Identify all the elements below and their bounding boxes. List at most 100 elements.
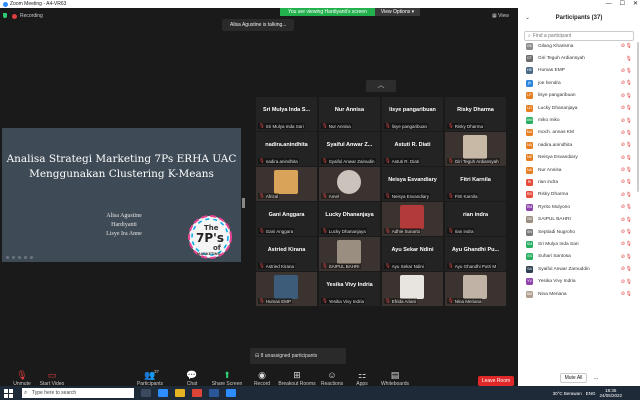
unassigned-label: 8 unassigned participants [260,353,318,359]
participant-row[interactable]: MM miko miko ⊘ 🎙 [518,114,640,126]
participant-tile[interactable]: Ayu Sekar Ndini 🎙 Ayu Sekar Ndini [382,237,443,271]
unassigned-participants[interactable]: ⊟ 8 unassigned participants [250,348,346,364]
slide-controls[interactable] [6,256,33,259]
word-icon[interactable] [209,389,219,397]
clock[interactable]: 18:35 24/05/2022 [599,388,622,398]
avatar: NE [526,154,533,162]
avatar: NM [526,290,533,298]
whiteboard-icon: ▤ [390,370,400,380]
more-options-button[interactable]: ... [593,375,598,381]
gallery-up-button[interactable]: ︿ [366,80,396,92]
participant-row[interactable]: YV Yesika Vivy Indria ⊘ 🎙 [518,275,640,287]
participant-name: Syaiful Anwar Zamuddin [538,266,590,272]
start-video-button[interactable]: ▭ Start Video [30,370,74,387]
participant-row[interactable]: GT Giri Teguh Ardiansyah 🎙 [518,52,640,64]
zoom-taskbar-icon[interactable] [226,389,236,397]
avatar: NA [526,166,533,174]
mute-all-button[interactable]: Mute All [559,373,588,383]
participant-row[interactable]: NE Neisya Esvandiary ⊘ 🎙 [518,152,640,164]
participant-tile[interactable]: Syaiful Anwar Z... 🎙 Syaiful Anwar Zainudi… [319,132,380,166]
participant-row[interactable]: NM Nina Meriana ⊘ 🎙 [518,288,640,300]
participant-name: Ryrito Mulyono [538,204,570,210]
participant-tile[interactable]: nadira.anindhita 🎙 nadira.anindhita [256,132,317,166]
participant-tile[interactable]: Neisya Esvandiary 🎙 Neisya Esvandiary [382,167,443,201]
collapse-chevron-icon[interactable]: ⌄ [525,8,530,28]
participant-tile[interactable]: Astuti R. Diati 🎙 Astuti R. Diati [382,132,443,166]
weather[interactable]: 30°C Berawan [553,391,582,396]
participant-tile[interactable]: Fitri Karnila 🎙 Fitri Karnila [445,167,506,201]
participant-row[interactable]: SS Suhari Santosa ⊘ 🎙 [518,251,640,263]
participant-row[interactable]: RD Risky Dharma ⊘ 🎙 [518,189,640,201]
avatar: YV [526,278,533,286]
participant-tile[interactable]: Nur Annisa 🎙 Nur Annisa [319,97,380,131]
participant-row[interactable]: RM Ryrito Mulyono ⊘ 🎙 [518,201,640,213]
participant-tile[interactable]: 🎙 SAIPUL BAHRI [319,237,380,271]
participant-tile[interactable]: Astried Kirana 🎙 Astried Kirana [256,237,317,271]
tile-name-label: 🎙 Humas EMP [258,298,292,304]
participant-tile[interactable]: 🎙 Efrida Ariani [382,272,443,306]
participant-row[interactable]: MA moch. annas KM ⊘ 🎙 [518,127,640,139]
participant-tile[interactable]: Ayu Ghandhi Pu... 🎙 Ayu Ghandhi Putri M [445,237,506,271]
participant-tile[interactable]: 🎙 Nina Meriana [445,272,506,306]
slide-title: Analisa Strategi Marketing 7Ps ERHA UAC … [2,152,241,182]
participant-row[interactable]: LP lisye pangaribuan ⊘ 🎙 [518,90,640,102]
participant-row[interactable]: SA Syaiful Anwar Zamuddin ⊘ 🎙 [518,263,640,275]
chrome-icon[interactable] [192,389,202,397]
participant-search-input[interactable] [532,33,623,39]
breakout-rooms-icon: ⊞ [293,370,301,380]
tile-name-label: 🎙 Ayu Sekar Ndini [384,263,425,269]
muted-mic-icon: 🎙 [625,167,632,174]
participant-row[interactable]: GK Gilang Kharisma ⊘ 🎙 [518,40,640,52]
participant-row[interactable]: SB SAIPUL BAHRI ⊘ 🎙 [518,213,640,225]
minimize-button[interactable]: — [606,0,612,8]
file-explorer-icon[interactable] [175,389,185,397]
tile-name-label: 🎙 Adhie Sunarto [384,228,422,234]
participant-row[interactable]: SN Septiadi Nugroho ⊘ 🎙 [518,226,640,238]
leave-room-button[interactable]: Leave Room [478,376,514,386]
participant-tile[interactable]: 🎙 Humas EMP [256,272,317,306]
windows-start-icon[interactable] [4,388,16,398]
split-handle[interactable] [242,198,245,208]
taskbar-search[interactable]: Type here to search [22,388,134,398]
participant-row[interactable]: NA Nur Annisa ⊘ 🎙 [518,164,640,176]
muted-mic-icon: 🎙 [448,228,454,233]
close-button[interactable]: ✕ [633,0,638,8]
participants-panel: ⌄ Participants (37) ⌕ GK Gilang Kharisma ⊘… [518,8,640,386]
participant-row[interactable]: SM Sri Mulya Inda Sari ⊘ 🎙 [518,238,640,250]
video-off-icon: ⊘ [620,67,625,74]
whiteboards-button[interactable]: ▤ Whiteboards [373,370,417,387]
participant-tile[interactable]: rian indra 🎙 rian indra [445,202,506,236]
recording-label: Recording [20,13,43,19]
language[interactable]: ENG [586,391,596,396]
participant-tile[interactable]: Yesika Vivy Indria 🎙 Yesika Vivy Indria [319,272,380,306]
muted-mic-icon: 🎙 [259,193,265,198]
participants-button[interactable]: 👥 37 Participants [128,369,172,387]
participant-tile[interactable]: Risky Dharma 🎙 Risky Dharma [445,97,506,131]
participant-tile[interactable]: Sri Mulya Inda S... 🎙 Sri Mulya Inda Sari [256,97,317,131]
video-off-icon: ⊘ [620,179,625,186]
avatar: SS [526,253,533,261]
participant-tile[interactable]: 🎙 Afrizal [256,167,317,201]
tile-name-large: Syaiful Anwar Z... [326,142,373,148]
tile-name-large: Ayu Ghandhi Pu... [451,247,500,253]
maximize-button[interactable]: ☐ [620,0,625,8]
participant-tile[interactable]: 🎙 Amel [319,167,380,201]
participant-scrollbar[interactable] [637,42,639,192]
participant-tile[interactable]: lisye pangaribuan 🎙 lisye pangaribuan [382,97,443,131]
participant-row[interactable]: RI rian indra ⊘ 🎙 [518,176,640,188]
participant-tile[interactable]: 🎙 Adhie Sunarto [382,202,443,236]
muted-mic-icon: 🎙 [625,67,632,74]
task-view-icon[interactable] [141,389,151,397]
participant-row[interactable]: LD Lucky Dhananjaya ⊘ 🎙 [518,102,640,114]
view-button[interactable]: ▦ View [492,13,509,19]
tile-name: Risky Dharma [454,123,483,129]
edge-icon[interactable] [158,389,168,397]
participant-tile[interactable]: Gani Anggara 🎙 Gani Anggara [256,202,317,236]
view-options-button[interactable]: View Options ▾ [374,8,421,16]
participant-row[interactable]: HE Humas EMP ⊘ 🎙 [518,65,640,77]
participant-tile[interactable]: 🎙 Giri Teguh Ardiansyah [445,132,506,166]
participant-row[interactable]: jh joe hendra ⊘ 🎙 [518,77,640,89]
participant-tile[interactable]: Lucky Dhananjaya 🎙 Lucky Dhananjaya [319,202,380,236]
participant-row[interactable]: NA nadira.anindhita ⊘ 🎙 [518,139,640,151]
avatar: HE [526,67,533,75]
